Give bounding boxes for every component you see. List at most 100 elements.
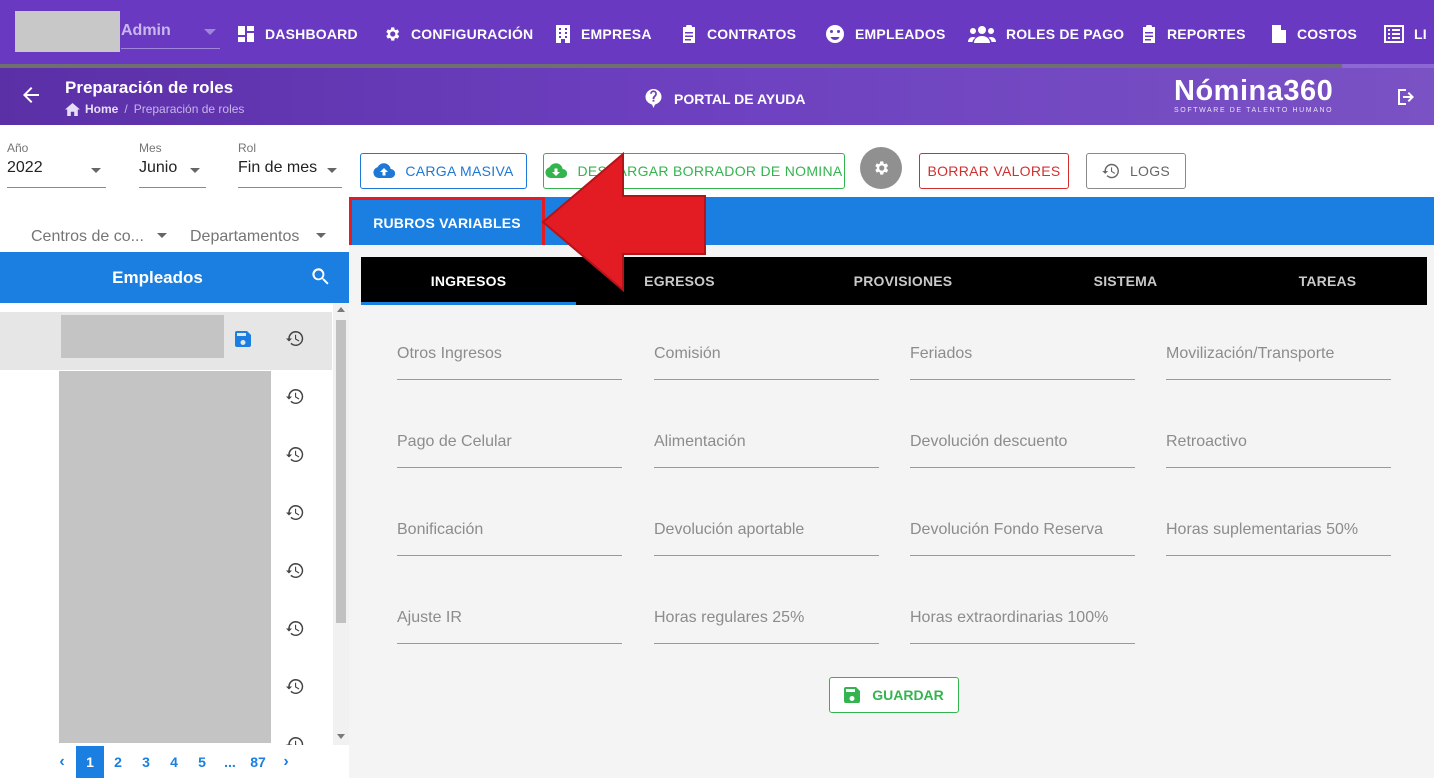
page-button[interactable]: 1 xyxy=(76,746,104,778)
field-horas-regulares-25[interactable]: Horas regulares 25% xyxy=(654,609,879,653)
field-label: Alimentación xyxy=(654,433,746,450)
employee-search-button[interactable] xyxy=(312,268,329,290)
user-menu-chevron-down-icon[interactable] xyxy=(204,29,216,35)
nav-reportes-label: REPORTES xyxy=(1167,26,1246,42)
scroll-down-arrow-icon[interactable] xyxy=(337,734,345,739)
year-underline xyxy=(7,187,106,188)
field-underline xyxy=(1166,467,1391,468)
nav-roles-de-pago[interactable]: ROLES DE PAGO xyxy=(968,22,1124,46)
back-button[interactable] xyxy=(22,86,40,109)
field-devolucion-descuento[interactable]: Devolución descuento xyxy=(910,433,1135,477)
field-alimentacion[interactable]: Alimentación xyxy=(654,433,879,477)
field-pago-de-celular[interactable]: Pago de Celular xyxy=(397,433,622,477)
history-button[interactable] xyxy=(286,562,304,584)
history-button[interactable] xyxy=(286,446,304,468)
departments-select[interactable]: Departamentos xyxy=(190,224,333,254)
home-icon xyxy=(65,102,80,116)
nav-dashboard[interactable]: DASHBOARD xyxy=(237,22,358,46)
field-ajuste-ir[interactable]: Ajuste IR xyxy=(397,609,622,653)
list-item[interactable] xyxy=(0,312,332,370)
tab-sistema[interactable]: SISTEMA xyxy=(1023,257,1228,305)
field-label: Ajuste IR xyxy=(397,609,462,626)
history-button[interactable] xyxy=(286,736,304,745)
nav-dashboard-label: DASHBOARD xyxy=(265,26,358,42)
field-feriados[interactable]: Feriados xyxy=(910,345,1135,389)
field-bonificacion[interactable]: Bonificación xyxy=(397,521,622,565)
help-portal-label: PORTAL DE AYUDA xyxy=(674,90,806,107)
clear-values-button[interactable]: BORRAR VALORES xyxy=(919,153,1069,189)
save-button[interactable]: GUARDAR xyxy=(829,677,959,713)
nav-roles-de-pago-label: ROLES DE PAGO xyxy=(1006,26,1125,42)
employee-list-scrollbar[interactable] xyxy=(333,303,349,745)
scrollbar-thumb[interactable] xyxy=(336,320,346,623)
top-navigation-bar: Admin DASHBOARD CONFIGURACIÓN EMPRESA CO… xyxy=(0,0,1434,68)
field-horas-extraordinarias-100[interactable]: Horas extraordinarias 100% xyxy=(910,609,1135,653)
history-button[interactable] xyxy=(286,504,304,526)
breadcrumb-home[interactable]: Home xyxy=(65,102,118,116)
month-label: Mes xyxy=(139,141,162,155)
field-retroactivo[interactable]: Retroactivo xyxy=(1166,433,1391,477)
cost-center-select[interactable]: Centros de co... xyxy=(31,224,169,254)
field-underline xyxy=(397,555,622,556)
page-button[interactable]: 3 xyxy=(132,746,160,778)
employee-list-redacted xyxy=(59,371,271,743)
history-button[interactable] xyxy=(286,388,304,410)
subtab-bar: INGRESOS EGRESOS PROVISIONES SISTEMA TAR… xyxy=(361,257,1427,305)
nav-li[interactable]: LI xyxy=(1384,22,1427,46)
clipboard-icon xyxy=(683,25,695,43)
nav-configuracion-label: CONFIGURACIÓN xyxy=(411,26,534,42)
nav-reportes[interactable]: REPORTES xyxy=(1141,22,1246,46)
tab-provisiones[interactable]: PROVISIONES xyxy=(783,257,1023,305)
page-button[interactable]: 87 xyxy=(244,746,272,778)
field-label: Bonificación xyxy=(397,521,484,538)
page-ellipsis: ... xyxy=(224,754,236,770)
nav-empresa[interactable]: EMPRESA xyxy=(555,22,652,46)
logout-button[interactable] xyxy=(1396,88,1416,111)
avatar[interactable] xyxy=(15,11,120,52)
rol-underline xyxy=(238,187,342,188)
tab-tareas[interactable]: TAREAS xyxy=(1228,257,1427,305)
logout-icon xyxy=(1398,89,1414,105)
field-underline xyxy=(397,379,622,380)
field-devolucion-aportable[interactable]: Devolución aportable xyxy=(654,521,879,565)
field-comision[interactable]: Comisión xyxy=(654,345,879,389)
history-button[interactable] xyxy=(286,678,304,700)
field-otros-ingresos[interactable]: Otros Ingresos xyxy=(397,345,622,389)
user-name[interactable]: Admin xyxy=(121,22,171,40)
nav-costos[interactable]: COSTOS xyxy=(1271,22,1357,46)
list-icon xyxy=(1384,25,1404,43)
employees-title: Empleados xyxy=(112,268,203,287)
logs-button[interactable]: LOGS xyxy=(1086,153,1186,189)
page-button[interactable]: 4 xyxy=(160,746,188,778)
next-page-button[interactable]: › xyxy=(272,746,300,778)
year-select[interactable]: Año 2022 xyxy=(7,141,106,189)
field-label: Movilización/Transporte xyxy=(1166,345,1335,362)
nav-contratos[interactable]: CONTRATOS xyxy=(681,22,796,46)
save-employee-button[interactable] xyxy=(235,331,251,352)
page-button[interactable]: 2 xyxy=(104,746,132,778)
rol-chevron-down-icon xyxy=(327,168,337,173)
save-button-label: GUARDAR xyxy=(872,687,944,703)
rol-select[interactable]: Rol Fin de mes xyxy=(238,141,342,189)
field-label: Horas suplementarias 50% xyxy=(1166,521,1359,538)
page-title: Preparación de roles xyxy=(65,78,234,97)
page-button[interactable]: 5 xyxy=(188,746,216,778)
field-devolucion-fondo-reserva[interactable]: Devolución Fondo Reserva xyxy=(910,521,1135,565)
previous-page-button[interactable]: ‹ xyxy=(48,746,76,778)
field-label: Horas extraordinarias 100% xyxy=(910,609,1109,626)
field-movilizacion-transporte[interactable]: Movilización/Transporte xyxy=(1166,345,1391,389)
floppy-disk-icon xyxy=(235,331,251,347)
red-pointer-arrow xyxy=(541,151,706,292)
month-select[interactable]: Mes Junio xyxy=(139,141,206,189)
field-horas-suplementarias-50[interactable]: Horas suplementarias 50% xyxy=(1166,521,1391,565)
nav-empleados[interactable]: EMPLEADOS xyxy=(825,22,945,46)
scroll-up-arrow-icon[interactable] xyxy=(337,307,345,312)
history-button[interactable] xyxy=(286,330,304,352)
bulk-upload-button[interactable]: CARGA MASIVA xyxy=(360,153,527,189)
help-portal-link[interactable]: PORTAL DE AYUDA xyxy=(645,89,805,108)
tab-rubros-variables[interactable]: RUBROS VARIABLES xyxy=(349,197,545,249)
field-underline xyxy=(654,643,879,644)
history-button[interactable] xyxy=(286,620,304,642)
settings-button[interactable] xyxy=(860,147,902,189)
nav-configuracion[interactable]: CONFIGURACIÓN xyxy=(383,22,533,46)
